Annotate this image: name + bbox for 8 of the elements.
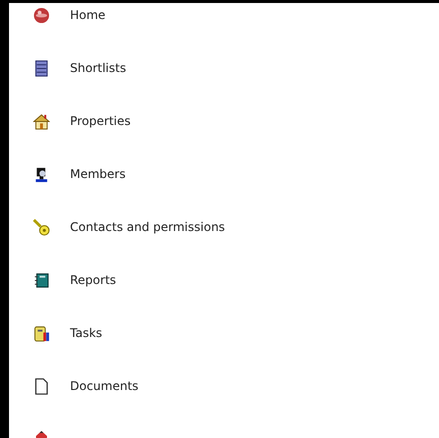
menu-item[interactable]: Documents bbox=[70, 379, 138, 393]
menu-item[interactable]: Members bbox=[70, 167, 126, 181]
menu-item[interactable]: Reports bbox=[70, 273, 116, 287]
menu-item[interactable]: Contacts and permissions bbox=[70, 220, 225, 234]
menu-item[interactable]: Properties bbox=[70, 114, 131, 128]
menu-item[interactable]: Shortlists bbox=[70, 61, 126, 75]
menu-item[interactable]: Home bbox=[70, 8, 106, 22]
menu-item[interactable]: Tasks bbox=[70, 326, 102, 340]
